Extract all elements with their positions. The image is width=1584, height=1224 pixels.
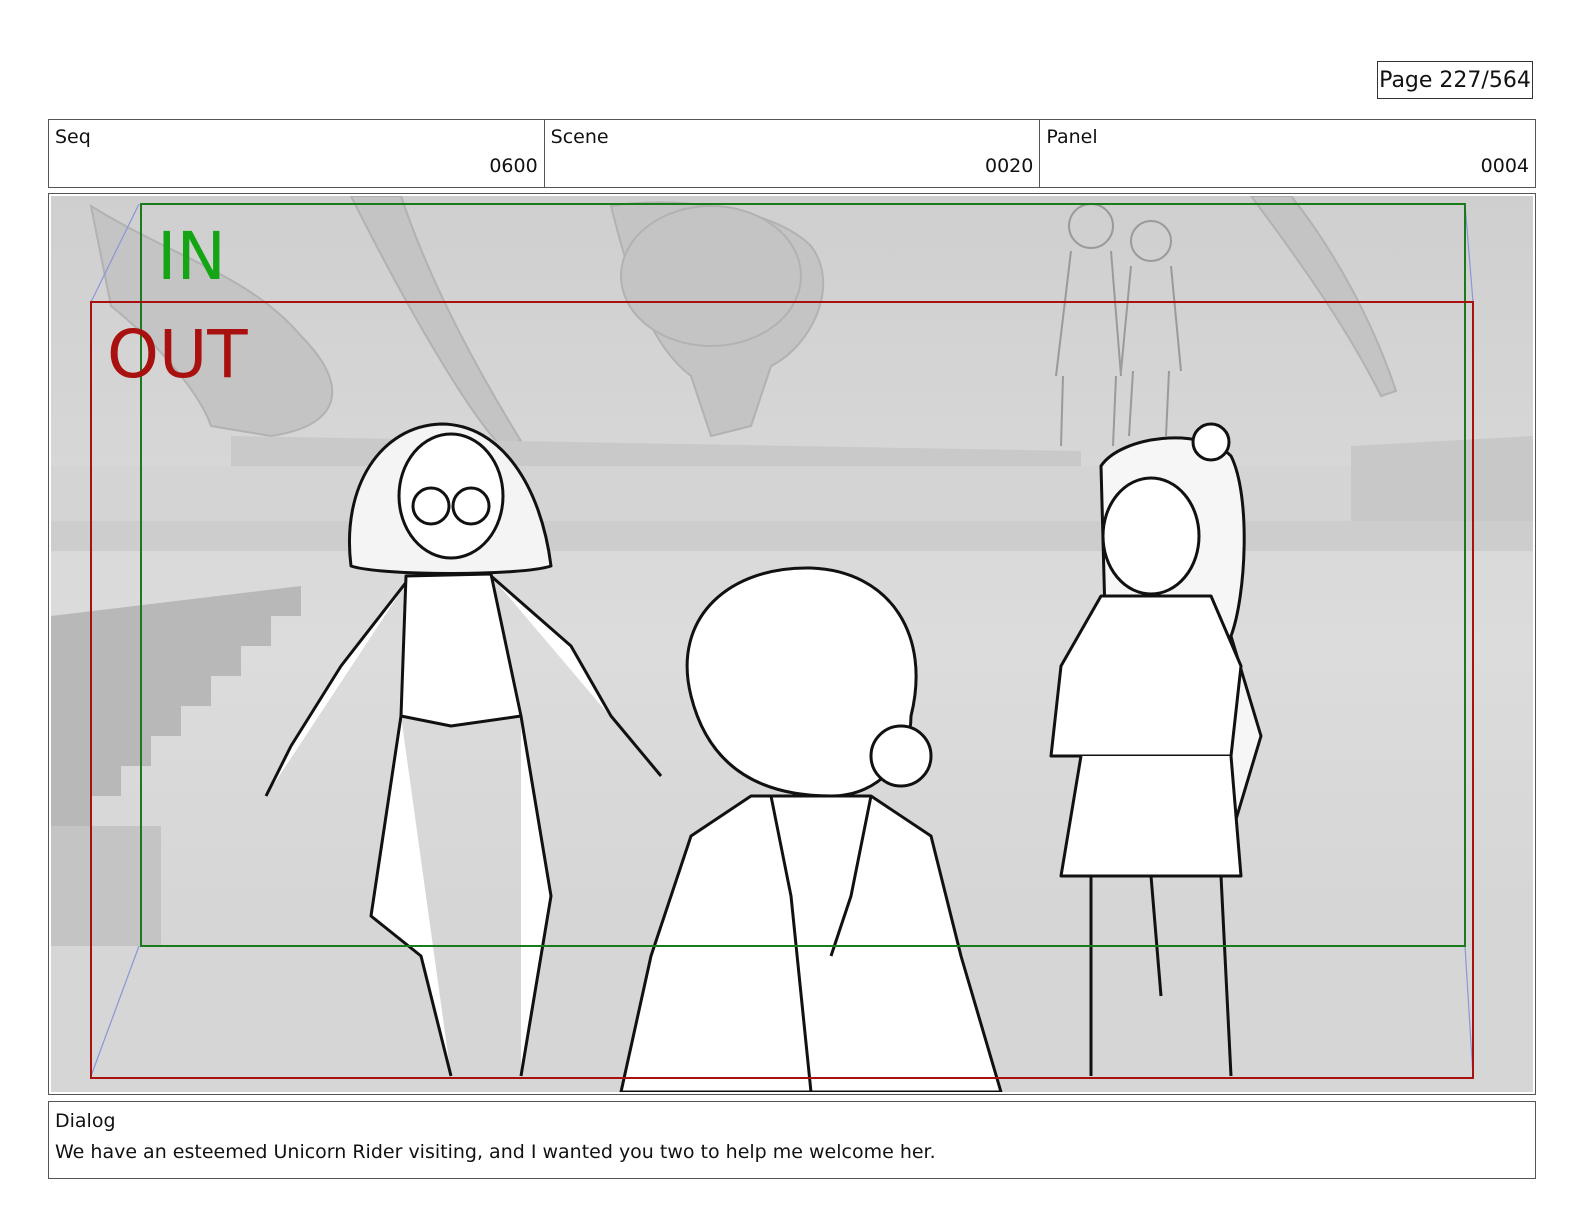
scene-value: 0020 [984, 155, 1034, 177]
storyboard-frame: IN OUT [48, 193, 1536, 1095]
panel-label: Panel [1046, 126, 1098, 148]
dialog-label: Dialog [55, 1110, 116, 1132]
scene-cell: Scene 0020 [545, 120, 1041, 187]
in-frame-label: IN [157, 218, 226, 295]
out-frame-label: OUT [107, 316, 248, 393]
dialog-box: Dialog We have an esteemed Unicorn Rider… [48, 1101, 1536, 1179]
storyboard-drawing [51, 196, 1533, 1092]
page-number: Page 227/564 [1377, 61, 1533, 99]
dialog-text: We have an esteemed Unicorn Rider visiti… [55, 1141, 936, 1163]
panel-header: Seq 0600 Scene 0020 Panel 0004 [48, 119, 1536, 188]
seq-label: Seq [55, 126, 91, 148]
seq-value: 0600 [489, 155, 538, 177]
scene-label: Scene [550, 126, 609, 148]
panel-value: 0004 [1480, 155, 1530, 177]
panel-cell: Panel 0004 [1040, 120, 1535, 187]
seq-cell: Seq 0600 [49, 120, 545, 187]
